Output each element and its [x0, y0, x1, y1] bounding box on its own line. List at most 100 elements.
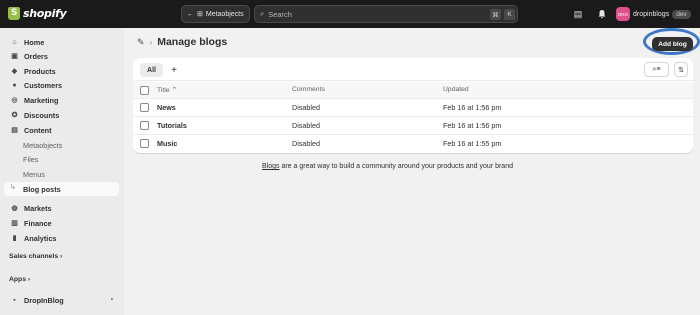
apps-header[interactable]: Apps ›	[9, 276, 30, 283]
content-icon: ▤	[11, 127, 18, 134]
home-icon: ⌂	[12, 38, 17, 46]
blog-comments: Disabled	[292, 139, 320, 148]
page-title: Manage blogs	[157, 36, 228, 48]
sidebar-item-markets[interactable]: ◍ Markets	[4, 201, 119, 215]
dev-badge: dev	[672, 9, 691, 19]
blog-title[interactable]: Music	[157, 139, 177, 148]
tab-all[interactable]: All	[140, 63, 163, 77]
sidebar-item-discounts[interactable]: ✪ Discounts	[4, 108, 119, 122]
command-key-badge: ⌘	[490, 9, 501, 20]
orders-icon: ▣	[11, 53, 18, 60]
add-blog-button[interactable]: Add blog	[652, 37, 693, 51]
branch-arrow-icon: ↳	[10, 184, 16, 191]
tag-icon: ◆	[11, 68, 18, 75]
search-input[interactable]: ⌕ Search ⌘ K	[254, 5, 518, 23]
sort-button[interactable]: ⇅	[674, 62, 688, 77]
bell-icon[interactable]	[596, 8, 608, 20]
row-checkbox[interactable]	[140, 103, 149, 112]
apps-label: Apps	[9, 276, 26, 283]
sidebar-item-label: Customers	[24, 80, 63, 90]
sidebar: ⌂ Home ▣ Orders ◆ Products ● Customers ◎…	[0, 28, 124, 315]
table-header: Title ⌃ Comments Updated	[133, 82, 693, 99]
chevron-right-icon: ›	[27, 276, 31, 283]
bank-icon: ▥	[11, 220, 18, 227]
column-title[interactable]: Title ⌃	[157, 86, 177, 94]
sidebar-item-label: Home	[24, 37, 45, 47]
page-header: ✎ › Manage blogs	[137, 36, 227, 48]
blog-comments: Disabled	[292, 121, 320, 130]
sidebar-item-home[interactable]: ⌂ Home	[4, 35, 119, 49]
sales-channels-label: Sales channels	[9, 253, 59, 260]
sidebar-item-label: Menus	[23, 169, 45, 179]
discount-icon: ✪	[11, 112, 18, 119]
filter-icon: ≡	[656, 66, 661, 73]
top-bar: shopify ← ⊞ Metaobjects ⌕ Search ⌘ K ▤ D…	[0, 0, 700, 28]
sidebar-item-label: Analytics	[24, 233, 57, 243]
table-row[interactable]: Tutorials Disabled Feb 16 at 1:56 pm	[133, 117, 693, 135]
sidebar-item-label: Finance	[24, 218, 52, 228]
back-to-metaobjects-button[interactable]: ← ⊞ Metaobjects	[181, 5, 250, 23]
table-row[interactable]: News Disabled Feb 16 at 1:56 pm	[133, 99, 693, 117]
app-icon: ⊞	[197, 11, 203, 18]
table-row[interactable]: Music Disabled Feb 16 at 1:55 pm	[133, 135, 693, 153]
app-square-icon: ▪	[13, 296, 16, 304]
row-checkbox[interactable]	[140, 121, 149, 130]
sidebar-item-files[interactable]: Files	[4, 152, 119, 166]
sidebar-item-menus[interactable]: Menus	[4, 167, 119, 181]
sidebar-item-content[interactable]: ▤ Content	[4, 123, 119, 137]
search-placeholder: Search	[268, 9, 292, 19]
logo-text: shopify	[23, 7, 67, 20]
sidebar-item-label: Files	[23, 154, 39, 164]
sidebar-item-label: Products	[24, 66, 56, 76]
sort-icon: ⇅	[678, 66, 684, 74]
sidebar-item-analytics[interactable]: ▮ Analytics	[4, 231, 119, 245]
chevron-right-icon: ›	[60, 253, 63, 260]
breadcrumb-chevron-icon: ›	[149, 37, 153, 47]
select-all-checkbox[interactable]	[140, 86, 149, 95]
k-key-badge: K	[504, 9, 515, 20]
store-icon[interactable]: ▤	[572, 8, 584, 20]
blog-title[interactable]: Tutorials	[157, 121, 187, 130]
sidebar-item-blog-posts[interactable]: Blog posts	[4, 182, 119, 196]
sidebar-item-label: Markets	[24, 203, 52, 213]
target-icon: ◎	[11, 97, 18, 104]
sidebar-item-orders[interactable]: ▣ Orders	[4, 49, 119, 63]
sidebar-item-products[interactable]: ◆ Products	[4, 64, 119, 78]
chart-icon: ▮	[12, 235, 17, 242]
sidebar-item-label: DropInBlog	[24, 295, 64, 305]
sidebar-item-label: Marketing	[24, 95, 59, 105]
sidebar-item-metaobjects[interactable]: Metaobjects	[4, 138, 119, 152]
dot-icon: •	[110, 297, 113, 303]
blogs-help-text: Blogs are a great way to build a communi…	[262, 163, 513, 170]
column-title-label: Title	[157, 87, 170, 94]
blogs-help-link[interactable]: Blogs	[262, 163, 280, 170]
blog-updated: Feb 16 at 1:56 pm	[443, 103, 502, 112]
sidebar-item-finance[interactable]: ▥ Finance	[4, 216, 119, 230]
back-label: Metaobjects	[205, 10, 244, 18]
shopify-bag-icon	[8, 7, 20, 20]
blog-updated: Feb 16 at 1:56 pm	[443, 121, 502, 130]
sidebar-item-label: Metaobjects	[23, 140, 63, 150]
sales-channels-header[interactable]: Sales channels ›	[9, 253, 62, 260]
sidebar-item-label: Orders	[24, 51, 48, 61]
blog-title[interactable]: News	[157, 103, 176, 112]
sidebar-item-marketing[interactable]: ◎ Marketing	[4, 93, 119, 107]
store-menu[interactable]: DRO dropinblogs dev	[616, 5, 691, 23]
sidebar-item-dropinblog[interactable]: ▪ DropInBlog •	[4, 293, 119, 307]
tab-bar: All + ⌕ ≡ ⇅	[133, 58, 693, 81]
blogs-help-body: are a great way to build a community aro…	[279, 163, 513, 170]
blogs-card: All + ⌕ ≡ ⇅ Title ⌃ Comments Updated News…	[133, 58, 693, 153]
sidebar-item-label: Content	[24, 125, 52, 135]
row-checkbox[interactable]	[140, 139, 149, 148]
shopify-logo[interactable]: shopify	[8, 7, 67, 20]
column-updated: Updated	[443, 86, 469, 93]
blog-icon[interactable]: ✎	[137, 37, 145, 48]
arrow-left-icon: ←	[187, 10, 194, 18]
store-name: dropinblogs	[633, 10, 670, 18]
search-filter-button[interactable]: ⌕ ≡	[644, 62, 669, 77]
person-icon: ●	[12, 81, 17, 89]
column-comments: Comments	[292, 86, 325, 93]
sidebar-item-label: Discounts	[24, 110, 60, 120]
add-view-icon[interactable]: +	[167, 63, 181, 77]
sidebar-item-customers[interactable]: ● Customers	[4, 78, 119, 92]
